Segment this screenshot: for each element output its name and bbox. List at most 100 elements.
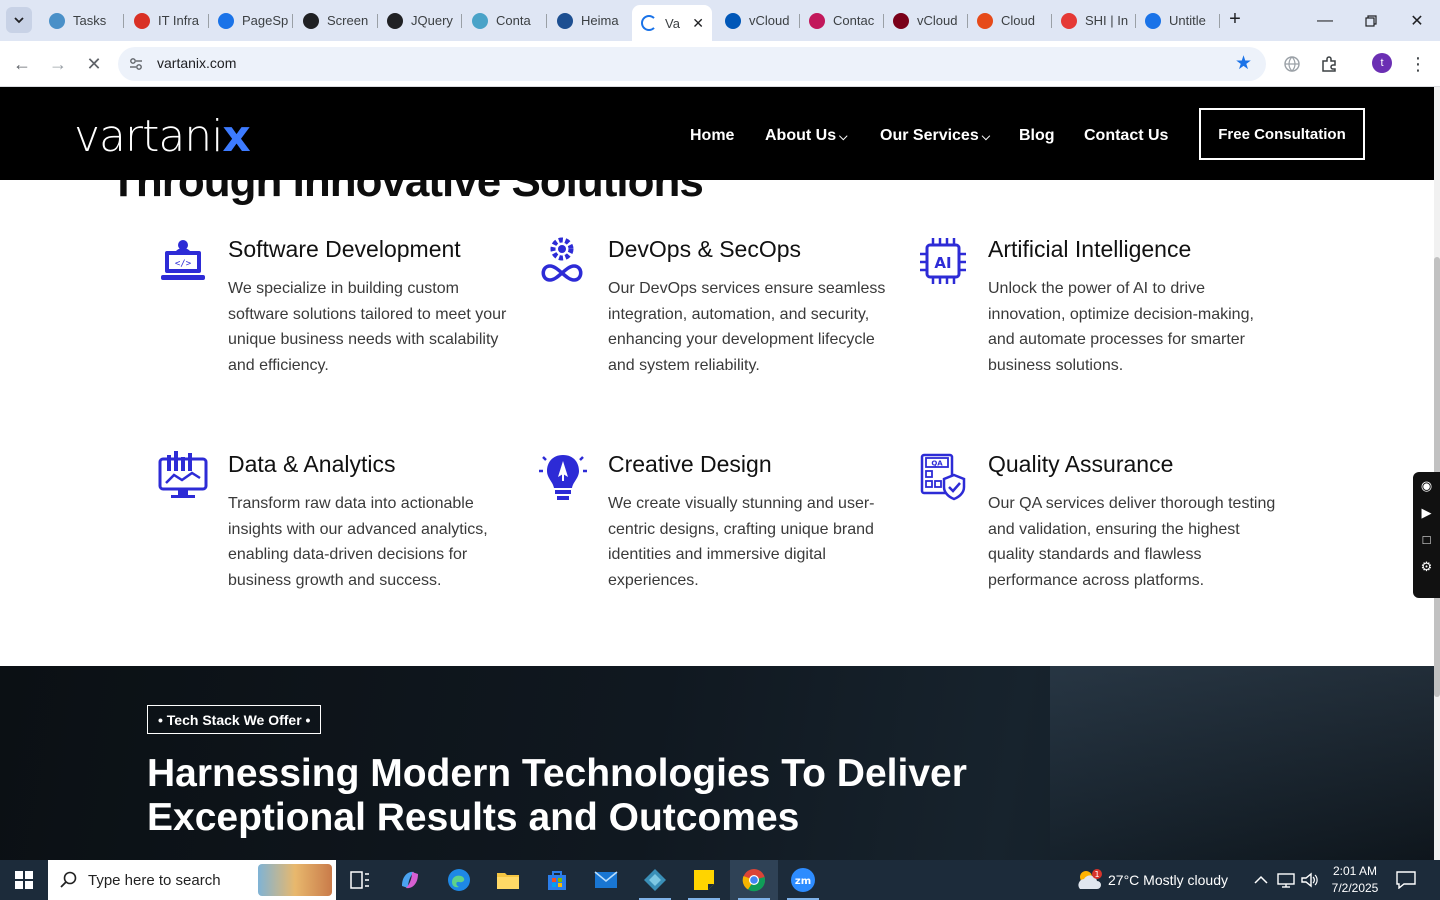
site-info-icon[interactable] <box>128 56 144 72</box>
nav-contact[interactable]: Contact Us <box>1084 127 1168 145</box>
translate-icon[interactable] <box>1280 52 1304 76</box>
logo-text: vartani <box>74 111 223 162</box>
floating-toolbar: ◉ ▶ □ ⚙ <box>1413 472 1440 598</box>
zoom-icon[interactable]: zm <box>779 860 827 900</box>
notifications-icon[interactable] <box>1396 860 1416 900</box>
service-description: Transform raw data into actionable insig… <box>228 495 488 590</box>
tech-stack-badge: • Tech Stack We Offer • <box>147 705 322 734</box>
browser-tab[interactable]: Tasks <box>40 6 124 35</box>
new-tab-button[interactable]: + <box>1224 8 1246 30</box>
browser-tab[interactable]: Heima <box>548 6 632 35</box>
tab-title: Contac <box>833 13 875 28</box>
browser-tab-active[interactable]: Va ✕ <box>632 5 712 41</box>
browser-tab[interactable]: Conta <box>463 6 547 35</box>
tab-favicon-icon <box>809 12 825 29</box>
close-window-button[interactable]: ✕ <box>1394 0 1440 41</box>
show-hidden-icons[interactable] <box>1254 860 1268 900</box>
search-icon <box>60 871 77 888</box>
nav-about[interactable]: About Us ⌵ <box>765 127 847 145</box>
analytics-monitor-icon <box>158 451 208 498</box>
browser-tab[interactable]: Untitle <box>1136 6 1220 35</box>
network-icon[interactable] <box>1277 860 1295 900</box>
tab-title: PageSp <box>242 13 289 28</box>
svg-text:QA: QA <box>931 460 943 468</box>
restore-icon <box>1365 14 1377 27</box>
taskbar-search-box[interactable]: Type here to search <box>48 860 336 900</box>
free-consultation-button[interactable]: Free Consultation <box>1199 108 1365 160</box>
site-logo[interactable]: vartanix <box>74 111 251 162</box>
system-clock[interactable]: 2:01 AM 7/2/2025 <box>1330 863 1380 897</box>
file-explorer-icon[interactable] <box>484 860 532 900</box>
chevron-down-icon: ⌵ <box>981 131 991 143</box>
browser-tab[interactable]: PageSp <box>209 6 293 35</box>
weather-widget[interactable]: 1 27°C Mostly cloudy <box>1074 860 1228 900</box>
volume-icon[interactable] <box>1301 860 1319 900</box>
more-menu-icon[interactable]: ⋮ <box>1406 52 1430 76</box>
back-button[interactable]: ← <box>8 50 36 78</box>
store-icon[interactable] <box>533 860 581 900</box>
tab-title: Cloud <box>1001 13 1035 28</box>
start-button[interactable] <box>0 860 48 900</box>
browser-tab[interactable]: SHI | In <box>1052 6 1136 35</box>
lightbulb-pen-icon <box>539 455 587 500</box>
window-icon[interactable]: □ <box>1413 526 1440 553</box>
sticky-notes-icon[interactable] <box>680 860 728 900</box>
copilot-icon[interactable] <box>386 860 434 900</box>
browser-tab-bar: Tasks IT Infra PageSp Screen JQuery Conta Heim… <box>0 0 1440 41</box>
browser-tab[interactable]: Screen <box>294 6 378 35</box>
extensions-icon[interactable] <box>1317 52 1341 76</box>
profile-avatar[interactable]: t <box>1372 53 1392 73</box>
forward-button[interactable]: → <box>44 50 72 78</box>
task-view-icon[interactable] <box>336 860 384 900</box>
tab-separator <box>292 14 293 28</box>
weather-text: 27°C Mostly cloudy <box>1108 872 1228 888</box>
svg-text:AI: AI <box>934 254 951 272</box>
laptop-code-icon: </> <box>161 240 205 280</box>
tab-favicon-icon <box>387 12 403 29</box>
browser-tab[interactable]: JQuery <box>378 6 462 35</box>
tab-search-button[interactable] <box>6 7 32 33</box>
tab-separator <box>461 14 462 28</box>
tab-title: vCloud <box>917 13 958 28</box>
clock-time: 2:01 AM <box>1332 864 1378 878</box>
camera-icon[interactable]: ◉ <box>1413 472 1440 499</box>
chrome-icon[interactable] <box>730 860 778 900</box>
address-bar[interactable]: vartanix.com ★ <box>118 47 1266 81</box>
video-icon[interactable]: ▶ <box>1413 499 1440 526</box>
tab-favicon-icon <box>472 12 488 29</box>
tab-favicon-icon <box>641 15 657 31</box>
bookmark-star-icon[interactable]: ★ <box>1235 52 1252 75</box>
app-diamond-icon[interactable] <box>631 860 679 900</box>
weather-badge: 1 <box>1094 870 1099 879</box>
nav-services[interactable]: Our Services ⌵ <box>880 127 990 145</box>
service-title: Software Development <box>228 236 461 262</box>
browser-tab[interactable]: Contac <box>800 6 884 35</box>
tab-favicon-icon <box>49 12 65 29</box>
browser-tab[interactable]: IT Infra <box>125 6 209 35</box>
browser-tab[interactable]: Cloud <box>968 6 1052 35</box>
service-title: Creative Design <box>608 451 772 477</box>
mail-icon[interactable] <box>582 860 630 900</box>
nav-blog[interactable]: Blog <box>1019 127 1055 145</box>
clock-date: 7/2/2025 <box>1331 881 1379 895</box>
browser-tab[interactable]: vCloud <box>716 6 800 35</box>
edge-icon[interactable] <box>435 860 483 900</box>
tab-title: Untitle <box>1169 13 1206 28</box>
web-page: Through Innovative Solutions vartanix Ho… <box>0 87 1434 860</box>
minimize-button[interactable]: — <box>1302 0 1348 41</box>
svg-text:</>: </> <box>175 259 192 269</box>
stop-loading-button[interactable]: ✕ <box>80 50 108 78</box>
tab-favicon-icon <box>977 12 993 29</box>
browser-tab[interactable]: vCloud <box>884 6 968 35</box>
tab-close-icon[interactable]: ✕ <box>692 15 704 32</box>
service-description: We create visually stunning and user-cen… <box>608 495 875 590</box>
background-image <box>1050 666 1434 860</box>
maximize-button[interactable] <box>1348 0 1394 41</box>
nav-home[interactable]: Home <box>690 127 734 145</box>
url-text[interactable]: vartanix.com <box>157 55 236 71</box>
tab-separator <box>1219 14 1220 28</box>
tech-stack-section: • Tech Stack We Offer • Harnessing Moder… <box>0 666 1434 860</box>
tab-favicon-icon <box>557 12 573 29</box>
tab-title: Tasks <box>73 13 107 28</box>
settings-gear-icon[interactable]: ⚙ <box>1413 553 1440 580</box>
